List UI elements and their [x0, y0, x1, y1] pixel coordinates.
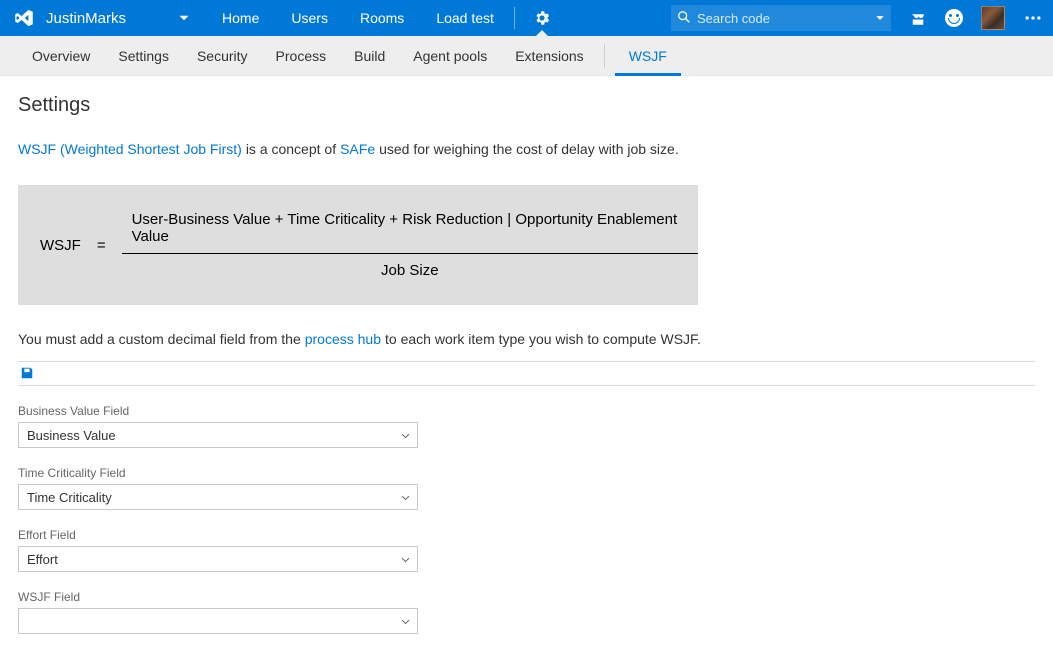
search-box[interactable]	[671, 5, 891, 31]
wsjf-wiki-link[interactable]: WSJF (Weighted Shortest Job First)	[18, 141, 242, 157]
business-value-value: Business Value	[27, 428, 116, 443]
project-name[interactable]: JustinMarks	[44, 10, 130, 27]
intro-text-1: is a concept of	[246, 141, 336, 157]
chevron-down-icon	[400, 492, 411, 503]
topnav-separator	[514, 7, 515, 29]
topnav-users[interactable]: Users	[275, 0, 344, 36]
effort-label: Effort Field	[18, 528, 418, 542]
safe-link[interactable]: SAFe	[340, 141, 375, 157]
effort-dropdown[interactable]: Effort	[18, 546, 418, 572]
subtab-agentpools[interactable]: Agent pools	[399, 36, 501, 76]
business-value-field-block: Business Value Field Business Value	[18, 404, 418, 448]
process-hub-paragraph: You must add a custom decimal field from…	[18, 331, 1035, 347]
topnav-loadtest[interactable]: Load test	[420, 0, 510, 36]
para2-a: You must add a custom decimal field from…	[18, 331, 301, 347]
subtab-security[interactable]: Security	[183, 36, 262, 76]
top-navbar: JustinMarks Home Users Rooms Load test	[0, 0, 1053, 36]
subtab-extensions[interactable]: Extensions	[501, 36, 597, 76]
business-value-label: Business Value Field	[18, 404, 418, 418]
formula-box: WSJF = User-Business Value + Time Critic…	[18, 185, 698, 305]
top-nav: Home Users Rooms Load test	[206, 0, 565, 36]
effort-value: Effort	[27, 552, 58, 567]
subtab-separator	[604, 44, 605, 68]
feedback-smiley-icon[interactable]	[945, 9, 963, 27]
marketplace-icon[interactable]	[909, 9, 927, 27]
formula-fraction: User-Business Value + Time Criticality +…	[122, 211, 698, 279]
formula-denominator: Job Size	[371, 254, 449, 279]
save-icon[interactable]	[20, 367, 34, 383]
chevron-down-icon	[400, 554, 411, 565]
project-switch-chevron[interactable]	[170, 0, 198, 36]
formula-numerator: User-Business Value + Time Criticality +…	[122, 211, 698, 253]
chevron-down-icon	[400, 430, 411, 441]
user-avatar[interactable]	[981, 6, 1005, 30]
subtab-wsjf[interactable]: WSJF	[615, 36, 681, 76]
chevron-down-icon	[400, 616, 411, 627]
vs-logo-icon	[14, 8, 34, 28]
time-criticality-value: Time Criticality	[27, 490, 112, 505]
settings-gear-button[interactable]	[519, 0, 565, 36]
content-area: Settings WSJF (Weighted Shortest Job Fir…	[0, 76, 1053, 664]
topnav-home[interactable]: Home	[206, 0, 275, 36]
subtab-build[interactable]: Build	[340, 36, 399, 76]
search-icon	[677, 10, 691, 27]
wsjf-dropdown[interactable]	[18, 608, 418, 634]
intro-text-2: used for weighing the cost of delay with…	[379, 141, 679, 157]
page-title: Settings	[18, 94, 1035, 117]
wsjf-label: WSJF Field	[18, 590, 418, 604]
subtab-overview[interactable]: Overview	[18, 36, 104, 76]
wsjf-field-block: WSJF Field	[18, 590, 418, 634]
subtab-process[interactable]: Process	[262, 36, 341, 76]
sub-navbar: Overview Settings Security Process Build…	[0, 36, 1053, 76]
business-value-dropdown[interactable]: Business Value	[18, 422, 418, 448]
formula-eq-sign: =	[97, 237, 106, 254]
time-criticality-field-block: Time Criticality Field Time Criticality	[18, 466, 418, 510]
intro-paragraph: WSJF (Weighted Shortest Job First) is a …	[18, 141, 1035, 157]
time-criticality-dropdown[interactable]: Time Criticality	[18, 484, 418, 510]
effort-field-block: Effort Field Effort	[18, 528, 418, 572]
more-ellipsis-icon[interactable]	[1023, 8, 1043, 28]
search-input[interactable]	[691, 11, 875, 26]
time-criticality-label: Time Criticality Field	[18, 466, 418, 480]
topnav-rooms[interactable]: Rooms	[344, 0, 420, 36]
subtab-settings[interactable]: Settings	[104, 36, 183, 76]
toolbar-row	[18, 361, 1035, 386]
para2-b: to each work item type you wish to compu…	[385, 331, 701, 347]
search-chevron-icon[interactable]	[875, 10, 885, 26]
process-hub-link[interactable]: process hub	[305, 331, 381, 347]
formula-left: WSJF	[40, 237, 81, 254]
